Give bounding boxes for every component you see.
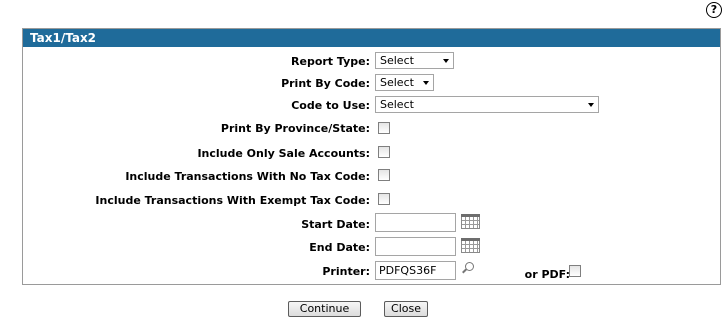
search-icon[interactable]: [461, 262, 475, 276]
report-type-label: Report Type:: [291, 55, 370, 68]
printer-input[interactable]: PDFQS36F: [375, 261, 456, 280]
code-to-use-label: Code to Use:: [291, 99, 370, 112]
chevron-down-icon: [443, 59, 449, 63]
chevron-down-icon: [423, 81, 429, 85]
calendar-icon[interactable]: [461, 238, 480, 253]
include-sale-accounts-checkbox[interactable]: [378, 146, 390, 158]
or-pdf-label: or PDF:: [524, 268, 570, 281]
start-date-label: Start Date:: [301, 218, 370, 231]
printer-label: Printer:: [322, 265, 370, 278]
print-by-code-select[interactable]: Select: [375, 74, 434, 91]
include-sale-accounts-label: Include Only Sale Accounts:: [197, 147, 370, 160]
end-date-label: End Date:: [309, 241, 370, 254]
end-date-input[interactable]: [375, 237, 456, 256]
include-no-tax-code-checkbox[interactable]: [378, 169, 390, 181]
or-pdf-checkbox[interactable]: [569, 265, 581, 277]
continue-button[interactable]: Continue: [288, 301, 361, 317]
code-to-use-value: Select: [380, 98, 414, 111]
print-by-code-label: Print By Code:: [281, 77, 370, 90]
help-icon[interactable]: ?: [706, 2, 722, 18]
print-by-province-label: Print By Province/State:: [220, 122, 370, 135]
print-by-province-checkbox[interactable]: [378, 122, 390, 134]
include-no-tax-code-label: Include Transactions With No Tax Code:: [125, 170, 370, 183]
panel-title: Tax1/Tax2: [23, 29, 720, 47]
start-date-input[interactable]: [375, 213, 456, 232]
code-to-use-select[interactable]: Select: [375, 96, 599, 113]
include-exempt-tax-code-label: Include Transactions With Exempt Tax Cod…: [95, 194, 370, 207]
include-exempt-tax-code-checkbox[interactable]: [378, 193, 390, 205]
print-by-code-value: Select: [380, 76, 414, 89]
chevron-down-icon: [588, 103, 594, 107]
tax-report-panel: Tax1/Tax2 Report Type: Select Print By C…: [22, 28, 721, 285]
report-type-select[interactable]: Select: [375, 52, 454, 69]
report-type-value: Select: [380, 54, 414, 67]
calendar-icon[interactable]: [461, 214, 480, 229]
close-button[interactable]: Close: [384, 301, 428, 317]
